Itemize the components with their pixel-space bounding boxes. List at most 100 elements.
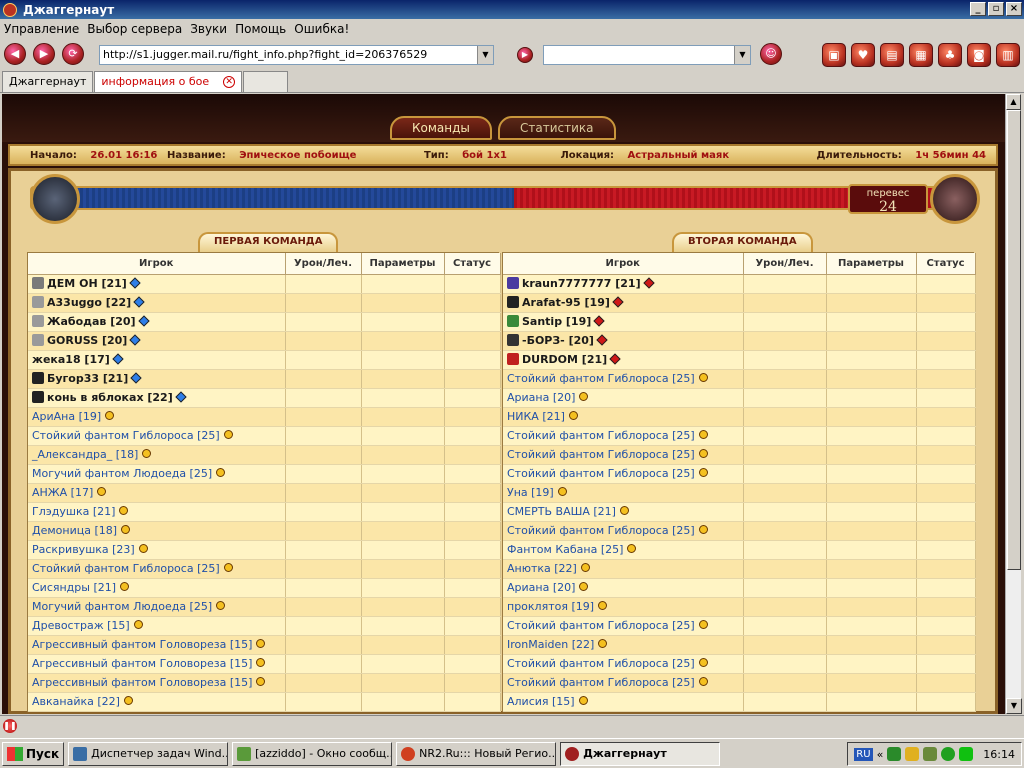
tab-stats[interactable]: Статистика [498, 116, 616, 140]
player-name[interactable]: kraun7777777 [21] [522, 277, 641, 290]
menu-server[interactable]: Выбор сервера [83, 22, 186, 36]
info-icon[interactable] [138, 544, 148, 553]
network-icon[interactable] [887, 747, 902, 761]
team-gem-icon[interactable] [137, 315, 150, 327]
users-icon[interactable] [905, 747, 920, 761]
player-row[interactable]: Ариана [20] [503, 388, 976, 408]
player-cell[interactable]: Стойкий фантом Гиблороса [25] [503, 654, 744, 674]
menu-control[interactable]: Управление [0, 22, 83, 36]
refresh-button[interactable]: ⟳ [62, 43, 84, 65]
info-icon[interactable] [133, 620, 143, 629]
player-cell[interactable]: A33uggo [22] [28, 293, 286, 313]
player-name[interactable]: Стойкий фантом Гиблороса [25] [507, 676, 695, 689]
team-gem-icon[interactable] [609, 353, 621, 365]
player-name[interactable]: Раскривушка [23] [32, 543, 135, 556]
team-gem-icon[interactable] [112, 353, 124, 365]
player-name[interactable]: Стойкий фантом Гиблороса [25] [507, 448, 695, 461]
camera-icon[interactable]: ◙ [967, 43, 991, 67]
info-icon[interactable] [256, 639, 266, 648]
info-icon[interactable] [579, 392, 589, 401]
player-row[interactable]: АриАна [19] [28, 407, 501, 427]
info-icon[interactable] [619, 506, 629, 515]
player-row[interactable]: Бугор33 [21] [28, 369, 501, 389]
team-gem-icon[interactable] [133, 296, 145, 308]
player-cell[interactable]: Бугор33 [21] [28, 369, 286, 389]
info-icon[interactable] [256, 677, 266, 686]
info-icon[interactable] [105, 411, 115, 420]
team-gem-icon[interactable] [596, 334, 608, 346]
address-bar[interactable]: http://s1.jugger.mail.ru/fight_info.php?… [99, 45, 494, 65]
tab-juggernaut[interactable]: Джаггернаут [2, 71, 94, 92]
player-cell[interactable]: Агрессивный фантом Головореза [15] [28, 654, 286, 674]
player-name[interactable]: GORUSS [20] [47, 334, 127, 347]
player-name[interactable]: -БОРЗ- [20] [522, 334, 594, 347]
info-icon[interactable] [578, 696, 588, 705]
scroll-up-icon[interactable]: ▲ [1006, 94, 1021, 110]
player-row[interactable]: Стойкий фантом Гиблороса [25] [503, 654, 976, 674]
info-icon[interactable] [698, 677, 708, 686]
note-icon[interactable]: ▦ [909, 43, 933, 67]
player-row[interactable]: проклятоя [19] [503, 597, 976, 617]
battery-icon[interactable] [959, 747, 974, 761]
info-icon[interactable] [557, 487, 567, 496]
info-icon[interactable] [698, 449, 708, 458]
player-row[interactable]: -БОРЗ- [20] [503, 331, 976, 351]
tray-expand-icon[interactable]: « [877, 748, 884, 761]
player-cell[interactable]: АНЖА [17] [28, 483, 286, 503]
player-row[interactable]: Агрессивный фантом Головореза [15] [28, 673, 501, 693]
maximize-button[interactable]: ▫ [988, 2, 1004, 16]
player-cell[interactable]: Агрессивный фантом Головореза [15] [28, 673, 286, 693]
player-row[interactable]: GORUSS [20] [28, 331, 501, 351]
info-icon[interactable] [223, 563, 233, 572]
player-cell[interactable]: Могучий фантом Людоеда [25] [28, 597, 286, 617]
player-cell[interactable]: ДЕМ ОН [21] [28, 274, 286, 294]
info-icon[interactable] [598, 601, 608, 610]
team-gem-icon[interactable] [129, 277, 141, 289]
player-row[interactable]: Стойкий фантом Гиблороса [25] [503, 464, 976, 484]
user-button[interactable]: ☺ [760, 43, 782, 65]
player-name[interactable]: _Александра_ [18] [32, 448, 138, 461]
player-row[interactable]: жека18 [17] [28, 350, 501, 370]
player-name[interactable]: Стойкий фантом Гиблороса [25] [507, 429, 695, 442]
player-cell[interactable]: СМЕРТЬ ВАША [21] [503, 502, 744, 522]
player-row[interactable]: Древостраж [15] [28, 616, 501, 636]
player-cell[interactable]: Стойкий фантом Гиблороса [25] [503, 521, 744, 541]
player-cell[interactable]: Ариана [20] [503, 578, 744, 598]
player-cell[interactable]: конь в яблоках [22] [28, 388, 286, 408]
player-cell[interactable]: Фантом Кабана [25] [503, 540, 744, 560]
player-cell[interactable]: Жабодав [20] [28, 312, 286, 332]
player-cell[interactable]: Стойкий фантом Гиблороса [25] [503, 673, 744, 693]
language-indicator[interactable]: RU [854, 747, 873, 761]
player-cell[interactable]: Демоница [18] [28, 521, 286, 541]
info-icon[interactable] [627, 544, 637, 553]
player-row[interactable]: Стойкий фантом Гиблороса [25] [503, 369, 976, 389]
team-gem-icon[interactable] [175, 391, 187, 403]
player-cell[interactable]: Стойкий фантом Гиблороса [25] [503, 616, 744, 636]
player-name[interactable]: Стойкий фантом Гиблороса [25] [32, 562, 220, 575]
address-dropdown-icon[interactable]: ▼ [477, 46, 493, 64]
player-row[interactable]: Santip [19] [503, 312, 976, 332]
taskbar-item[interactable]: NR2.Ru::: Новый Регио... [396, 741, 557, 766]
info-icon[interactable] [256, 658, 266, 667]
info-icon[interactable] [121, 525, 131, 534]
player-name[interactable]: Могучий фантом Людоеда [25] [32, 600, 212, 613]
taskbar-item[interactable]: [azziddo] - Окно сообщ... [232, 741, 393, 766]
minimize-button[interactable]: _ [970, 2, 986, 16]
info-icon[interactable] [698, 620, 708, 629]
player-name[interactable]: проклятоя [19] [507, 600, 594, 613]
player-row[interactable]: Стойкий фантом Гиблороса [25] [503, 445, 976, 465]
player-cell[interactable]: DURDOM [21] [503, 350, 744, 370]
info-icon[interactable] [216, 601, 226, 610]
player-row[interactable]: Могучий фантом Людоеда [25] [28, 464, 501, 484]
player-row[interactable]: конь в яблоках [22] [28, 388, 501, 408]
player-row[interactable]: Стойкий фантом Гиблороса [25] [28, 559, 501, 579]
player-cell[interactable]: НИКА [21] [503, 407, 744, 427]
player-row[interactable]: Сисяндры [21] [28, 578, 501, 598]
player-row[interactable]: _Александра_ [18] [28, 445, 501, 465]
player-cell[interactable]: жека18 [17] [28, 350, 286, 370]
player-cell[interactable]: Arafat-95 [19] [503, 293, 744, 313]
player-name[interactable]: Ариана [20] [507, 581, 575, 594]
player-name[interactable]: Алисия [15] [507, 695, 575, 708]
player-name[interactable]: Стойкий фантом Гиблороса [25] [507, 467, 695, 480]
player-name[interactable]: Стойкий фантом Гиблороса [25] [507, 619, 695, 632]
